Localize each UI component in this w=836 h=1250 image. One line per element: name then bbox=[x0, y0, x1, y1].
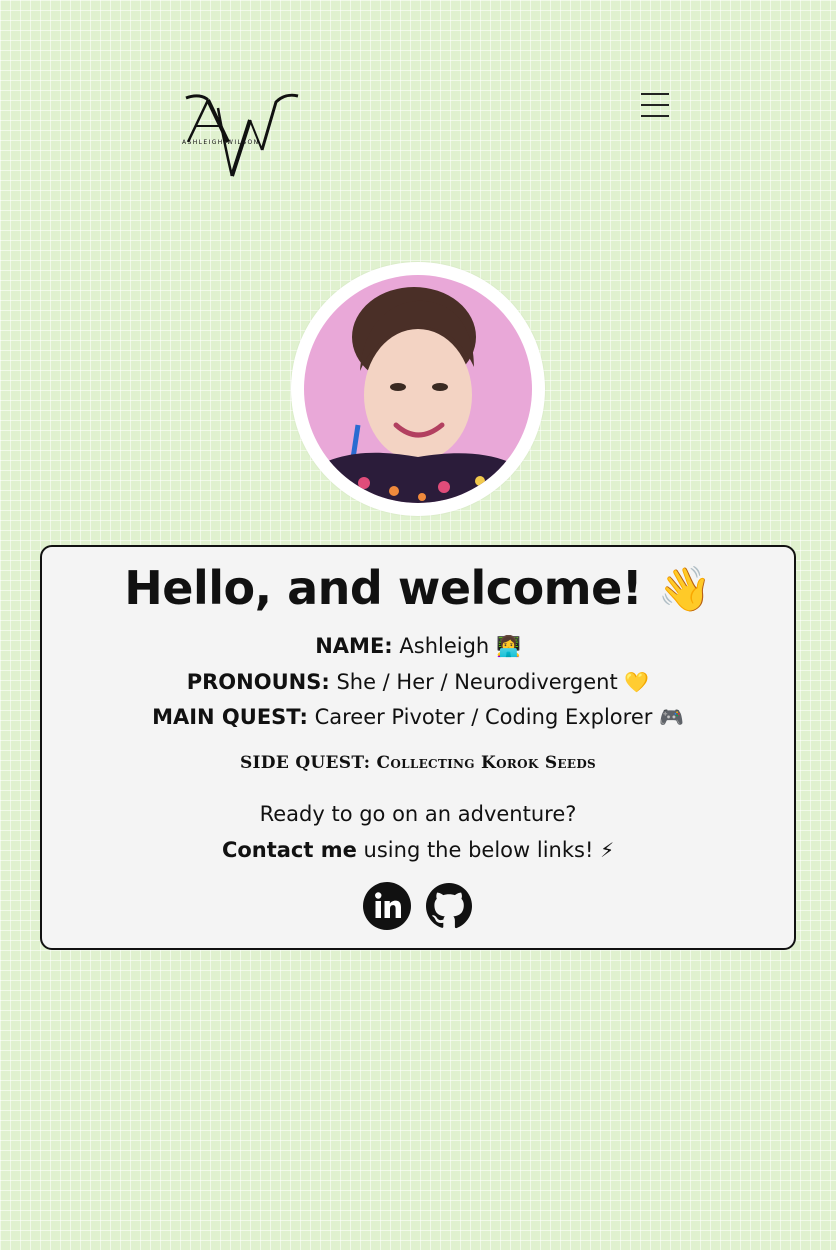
social-links bbox=[42, 881, 794, 930]
main-quest-label: MAIN QUEST: bbox=[152, 705, 308, 729]
title-text: Hello, and welcome! bbox=[124, 561, 643, 615]
side-quest-text: SIDE QUEST: Collecting Korok Seeds bbox=[239, 752, 597, 773]
site-logo[interactable]: ASHLEIGH WILSON bbox=[178, 90, 302, 182]
name-label: NAME: bbox=[315, 634, 393, 658]
github-link[interactable] bbox=[425, 882, 473, 930]
game-controller-icon: 🎮 bbox=[659, 705, 684, 729]
contact-cta: Ready to go on an adventure? Contact me … bbox=[42, 796, 794, 868]
name-line: NAME: Ashleigh 👩‍💻 bbox=[42, 629, 794, 665]
info-block: NAME: Ashleigh 👩‍💻 PRONOUNS: She / Her /… bbox=[42, 629, 794, 736]
linkedin-icon bbox=[363, 881, 411, 930]
yellow-heart-icon: 💛 bbox=[624, 669, 650, 694]
technologist-icon: 👩‍💻 bbox=[495, 634, 521, 658]
pronouns-line: PRONOUNS: She / Her / Neurodivergent 💛 bbox=[42, 665, 794, 701]
cta-line-1: Ready to go on an adventure? bbox=[259, 801, 577, 826]
pronouns-value: She / Her / Neurodivergent bbox=[336, 669, 618, 694]
hamburger-menu-button[interactable] bbox=[636, 88, 674, 122]
name-value: Ashleigh bbox=[399, 634, 490, 658]
cta-rest: using the below links! bbox=[363, 837, 594, 862]
lightning-icon: ⚡ bbox=[600, 837, 615, 862]
main-quest-value: Career Pivoter / Coding Explorer bbox=[314, 705, 653, 729]
logo-monogram-icon: ASHLEIGH WILSON bbox=[182, 93, 299, 177]
linkedin-link[interactable] bbox=[363, 881, 411, 930]
page-title: Hello, and welcome! 👋 bbox=[42, 561, 794, 617]
github-icon bbox=[426, 882, 472, 928]
welcome-card: Hello, and welcome! 👋 NAME: Ashleigh 👩‍💻… bbox=[40, 545, 796, 950]
cta-strong: Contact me bbox=[221, 837, 357, 862]
main-quest-line: MAIN QUEST: Career Pivoter / Coding Expl… bbox=[42, 700, 794, 736]
cta-line-2: Contact me using the below links! ⚡ bbox=[42, 832, 794, 868]
avatar bbox=[291, 262, 545, 516]
logo-text: ASHLEIGH WILSON bbox=[182, 139, 259, 146]
profile-photo bbox=[304, 275, 532, 503]
pronouns-label: PRONOUNS: bbox=[186, 669, 330, 694]
waving-hand-icon: 👋 bbox=[657, 564, 712, 615]
